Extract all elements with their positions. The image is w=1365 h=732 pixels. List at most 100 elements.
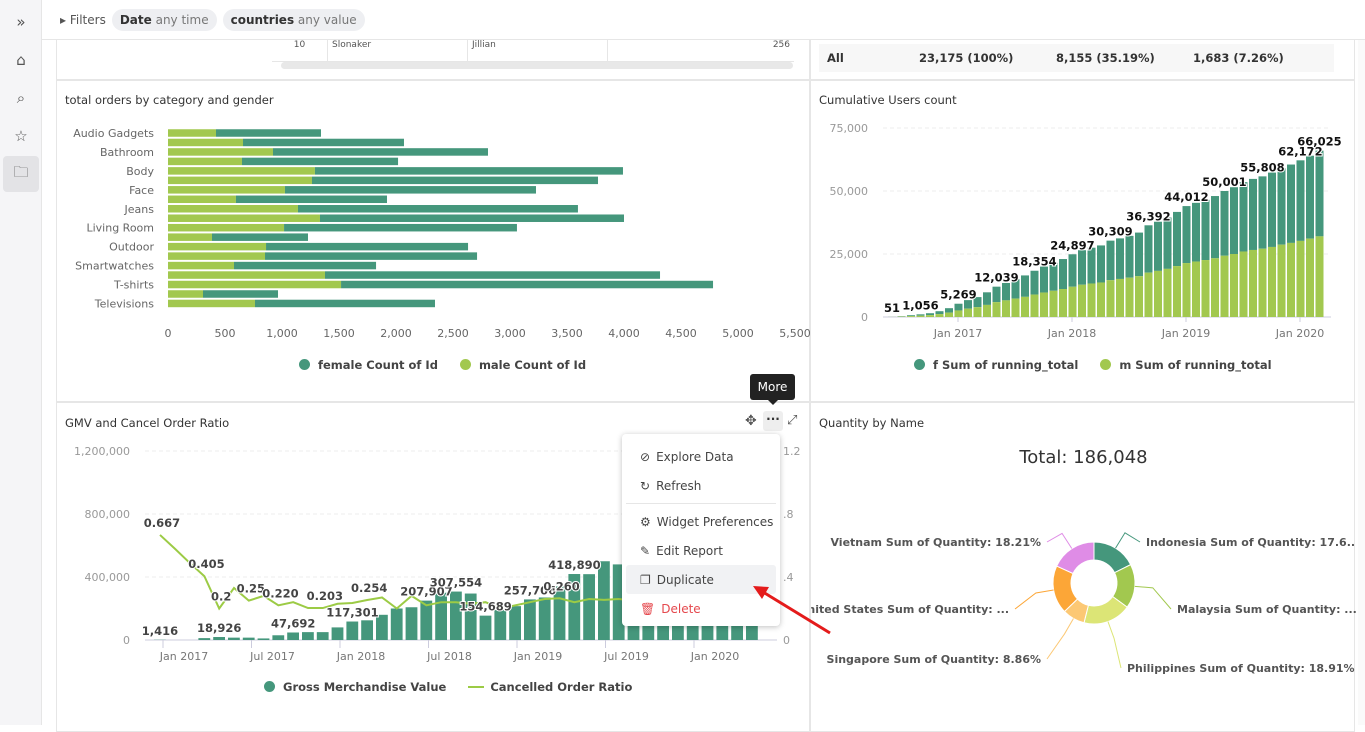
filters-toggle[interactable]: ▸ Filters <box>60 13 106 27</box>
folder-icon[interactable]: 🗀 <box>3 156 39 192</box>
menu-item-explore-data[interactable]: ⊘Explore Data <box>626 442 776 471</box>
line-label: 0.254 <box>351 581 387 595</box>
bar-m <box>926 315 934 317</box>
table-widget: 10 Slonaker Jillian 256 <box>56 40 810 80</box>
bar-m <box>1116 279 1124 317</box>
bar-f <box>1031 271 1039 295</box>
expand-widget-icon[interactable]: ⤢ <box>787 413 797 428</box>
star-icon[interactable]: ☆ <box>3 118 39 154</box>
home-icon[interactable]: ⌂ <box>3 42 39 78</box>
menu-label: Edit Report <box>656 544 723 558</box>
filter-chip-countries[interactable]: countries any value <box>223 9 365 31</box>
gear-icon: ⚙ <box>640 515 651 529</box>
legend-item[interactable]: f Sum of running_total <box>914 358 1078 372</box>
x-tick-label: 3,500 <box>551 327 583 340</box>
menu-item-widget-preferences[interactable]: ⚙ Widget Preferences <box>626 507 776 536</box>
bar-f <box>1278 168 1286 244</box>
bar-female <box>285 186 536 194</box>
bar-f <box>1249 179 1257 250</box>
filter-chip-date[interactable]: Date any time <box>112 9 217 31</box>
menu-item-refresh[interactable]: ↻Refresh <box>626 471 776 500</box>
bar-m <box>1221 256 1229 317</box>
bar-f <box>945 308 953 312</box>
expand-icon[interactable]: » <box>3 4 39 40</box>
search-icon[interactable]: ⌕ <box>3 80 39 116</box>
bar-gmv <box>420 601 432 640</box>
data-label: 30,309 <box>1088 225 1132 239</box>
bar-m <box>1173 266 1181 317</box>
line-label: 0.667 <box>144 516 180 530</box>
x-tick-label: 2,500 <box>437 327 469 340</box>
donut-slice <box>1057 542 1094 573</box>
summary-table-widget: All 23,175 (100%) 8,155 (35.19%) 1,683 (… <box>810 40 1355 80</box>
data-label: 418,890 <box>548 558 600 572</box>
data-label: 18,354 <box>1012 255 1056 269</box>
table-cell: Slonaker <box>328 40 468 61</box>
y-tick-label: Face <box>129 184 154 197</box>
bar-m <box>1278 245 1286 317</box>
page-scrollbar[interactable] <box>1358 40 1365 725</box>
legend-item[interactable]: female Count of Id <box>299 358 438 372</box>
y-tick-label: 800,000 <box>85 508 131 521</box>
sidebar: » ⌂ ⌕ ☆ 🗀 <box>0 0 42 725</box>
horizontal-scrollbar[interactable] <box>281 62 793 69</box>
menu-label: Explore Data <box>656 450 734 464</box>
bar-gmv <box>539 597 551 640</box>
bar-m <box>1192 262 1200 317</box>
bar-female <box>315 167 623 175</box>
bar-gmv <box>406 607 418 640</box>
bar-m <box>1107 280 1115 317</box>
x-tick-label: 0 <box>165 327 172 340</box>
bar-male <box>168 290 203 298</box>
bar-female <box>255 300 435 308</box>
bar-f <box>1192 203 1200 262</box>
bar-m <box>1287 243 1295 317</box>
bar-f <box>1021 275 1029 296</box>
y-tick-label: 1,200,000 <box>74 445 130 458</box>
data-label: 50,001 <box>1202 175 1246 189</box>
legend-item[interactable]: Gross Merchandise Value <box>264 680 446 694</box>
stacked-bar-chart: 025,00050,00075,000Jan 2017Jan 2018Jan 2… <box>811 111 1356 391</box>
table-cell: 256 <box>608 40 794 61</box>
y-tick-label: 400,000 <box>85 571 131 584</box>
bar-male <box>168 129 216 137</box>
bar-female <box>234 262 376 270</box>
bar-m <box>1069 287 1077 317</box>
more-button[interactable]: ··· <box>763 411 783 431</box>
menu-divider <box>626 503 776 504</box>
legend-item[interactable]: m Sum of running_total <box>1100 358 1271 372</box>
y-tick-label: Televisions <box>94 297 154 310</box>
bar-female <box>266 243 468 251</box>
data-label: 154,689 <box>459 600 511 614</box>
x-tick-label: 5,000 <box>722 327 754 340</box>
bar-f <box>1116 238 1124 279</box>
data-label: 18,926 <box>197 621 241 635</box>
y-tick-label: Living Room <box>86 222 154 235</box>
bar-female <box>212 233 308 241</box>
bar-f <box>1107 241 1115 281</box>
bar-f <box>1268 173 1276 247</box>
bar-m <box>1145 273 1153 317</box>
menu-label: Widget Preferences <box>657 515 774 529</box>
bar-m <box>1050 291 1058 317</box>
move-icon[interactable]: ✥ <box>745 413 757 429</box>
bar-f <box>1259 176 1267 248</box>
slice-label: Vietnam Sum of Quantity: 18.21% <box>830 536 1041 549</box>
cumulative-users-widget: Cumulative Users count 025,00050,00075,0… <box>810 80 1355 402</box>
bar-f <box>1145 225 1153 272</box>
legend-item[interactable]: Cancelled Order Ratio <box>468 680 632 694</box>
menu-item-edit-report[interactable]: ✎Edit Report <box>626 536 776 565</box>
bar-f <box>1202 200 1210 260</box>
bar-m <box>1164 269 1172 317</box>
bar-m <box>1202 260 1210 317</box>
bar-f <box>1173 212 1181 266</box>
bar-gmv <box>361 620 373 640</box>
bar-m <box>983 305 991 317</box>
x-tick-label: 4,000 <box>608 327 640 340</box>
bar-f <box>1287 165 1295 243</box>
bar-f <box>1316 151 1324 237</box>
y-tick-label: Jeans <box>124 203 155 216</box>
bar-f <box>1211 196 1219 258</box>
x-tick-label: Jul 2017 <box>249 650 295 663</box>
legend-item[interactable]: male Count of Id <box>460 358 586 372</box>
